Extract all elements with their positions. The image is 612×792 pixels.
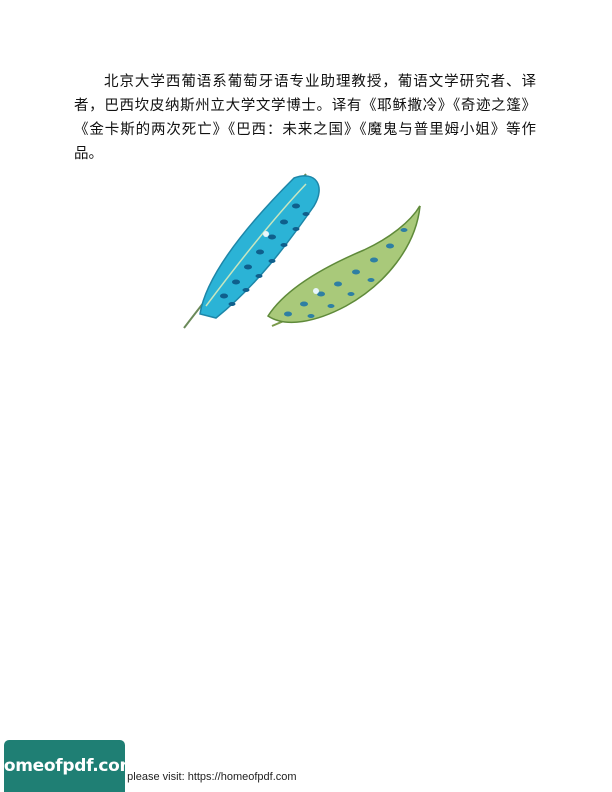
homeofpdf-logo-badge[interactable]: homeofpdf.com bbox=[0, 740, 137, 792]
footer-visit-link[interactable]: e please visit: https://homeofpdf.com bbox=[118, 771, 297, 783]
feather-illustration bbox=[183, 173, 421, 329]
logo-text: homeofpdf.com bbox=[0, 756, 137, 776]
author-bio: 北京大学西葡语系葡萄牙语专业助理教授，葡语文学研究者、译者，巴西坎皮纳斯州立大学… bbox=[74, 74, 536, 162]
